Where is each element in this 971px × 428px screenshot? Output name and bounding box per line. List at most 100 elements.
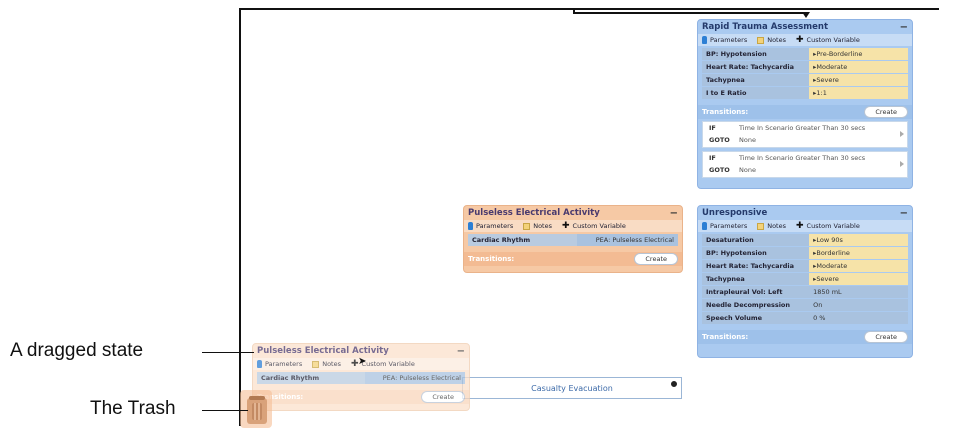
state-title: Pulseless Electrical Activity [257, 346, 389, 356]
parameter-value[interactable]: ▸ 1:1 [809, 87, 908, 99]
person-icon [702, 222, 707, 230]
parameter-row[interactable]: Desaturation ▸ Low 90s [702, 234, 908, 246]
parameters-button[interactable]: Parameters [468, 222, 513, 230]
parameter-value[interactable]: ▸ Borderline [809, 247, 908, 259]
goto-label: GOTO [709, 136, 730, 144]
parameter-value[interactable]: ▸ Moderate [809, 61, 908, 73]
create-transition-button[interactable]: Create [421, 391, 465, 403]
parameter-value[interactable]: 0 % [809, 312, 908, 324]
notes-label: Notes [767, 222, 786, 230]
state-header[interactable]: Pulseless Electrical Activity − [464, 206, 682, 220]
transition-card[interactable]: IF Time In Scenario Greater Than 30 secs … [702, 121, 908, 148]
parameter-value[interactable]: ▸ Severe [809, 74, 908, 86]
transitions-bar: Transitions: Create [698, 330, 912, 344]
parameter-list: BP: Hypotension ▸ Pre-Borderline Heart Ra… [702, 48, 908, 99]
plus-icon: ✚ [796, 221, 804, 231]
notes-button[interactable]: Notes [757, 36, 786, 44]
create-transition-button[interactable]: Create [864, 331, 908, 343]
collapse-button[interactable]: − [900, 208, 908, 219]
parameter-row[interactable]: Tachypnea ▸ Severe [702, 273, 908, 285]
state-unresponsive[interactable]: Unresponsive − Parameters Notes ✚ Custom … [697, 205, 913, 358]
parameter-value[interactable]: ▸ Pre-Borderline [809, 48, 908, 60]
trash-icon[interactable] [247, 396, 267, 424]
parameters-label: Parameters [476, 222, 514, 230]
parameter-row[interactable]: Needle Decompression On [702, 299, 908, 311]
parameter-list: Desaturation ▸ Low 90s BP: Hypotension ▸ B… [702, 234, 908, 324]
custom-variable-button[interactable]: ✚ Custom Variable [796, 221, 860, 231]
expand-arrow-icon[interactable] [900, 131, 904, 137]
collapse-button[interactable]: − [457, 346, 465, 357]
notes-label: Notes [322, 360, 341, 368]
notes-button[interactable]: Notes [312, 360, 341, 368]
parameter-row[interactable]: Cardiac Rhythm PEA: Pulseless Electrical [468, 234, 678, 246]
parameter-value[interactable]: ▸ Low 90s [809, 234, 908, 246]
parameter-row[interactable]: Heart Rate: Tachycardia ▸ Moderate [702, 260, 908, 272]
transitions-bar: Transitions: Create [253, 390, 469, 404]
create-transition-button[interactable]: Create [864, 106, 908, 118]
state-rapid-trauma-assessment[interactable]: Rapid Trauma Assessment − Parameters Not… [697, 19, 913, 189]
parameter-row[interactable]: Tachypnea ▸ Severe [702, 74, 908, 86]
plus-icon: ✚ [562, 221, 570, 231]
parameter-value-text: Moderate [816, 63, 848, 71]
parameter-name: BP: Hypotension [702, 247, 810, 259]
parameter-row[interactable]: Heart Rate: Tachycardia ▸ Moderate [702, 61, 908, 73]
parameters-button[interactable]: Parameters [257, 360, 302, 368]
if-label: IF [709, 154, 716, 162]
canvas-border [239, 8, 939, 10]
close-icon[interactable] [670, 380, 678, 388]
if-condition: Time In Scenario Greater Than 30 secs [739, 154, 866, 162]
parameter-row[interactable]: I to E Ratio ▸ 1:1 [702, 87, 908, 99]
create-transition-button[interactable]: Create [634, 253, 678, 265]
callout-dragged-state: A dragged state [10, 340, 144, 361]
state-toolbar: Parameters Notes ✚ Custom Variable [698, 220, 912, 232]
parameters-label: Parameters [710, 222, 748, 230]
custom-variable-label: Custom Variable [572, 222, 626, 230]
parameter-value[interactable]: PEA: Pulseless Electrical [365, 372, 465, 384]
transitions-label: Transitions: [702, 108, 749, 116]
collapse-button[interactable]: − [900, 22, 908, 33]
state-toolbar: Parameters Notes ✚ Custom Variable [464, 220, 682, 232]
note-icon [757, 222, 765, 230]
parameters-label: Parameters [265, 360, 303, 368]
parameter-row[interactable]: Intrapleural Vol: Left 1850 mL [702, 286, 908, 298]
parameter-value-text: Low 90s [816, 236, 843, 244]
collapse-button[interactable]: − [670, 208, 678, 219]
notes-button[interactable]: Notes [523, 222, 552, 230]
parameter-name: I to E Ratio [702, 87, 810, 99]
parameter-name: Heart Rate: Tachycardia [702, 61, 810, 73]
parameter-value[interactable]: PEA: Pulseless Electrical [577, 234, 678, 246]
parameter-value-text: Moderate [816, 262, 848, 270]
parameter-list: Cardiac Rhythm PEA: Pulseless Electrical [257, 372, 465, 384]
dragged-state[interactable]: Pulseless Electrical Activity − Paramete… [252, 343, 470, 411]
state-title: Casualty Evacuation [531, 383, 613, 393]
notes-button[interactable]: Notes [757, 222, 786, 230]
parameter-name: Speech Volume [702, 312, 810, 324]
state-header[interactable]: Rapid Trauma Assessment − [698, 20, 912, 34]
state-toolbar: Parameters Notes ✚ Custom Variable [698, 34, 912, 46]
state-pulseless-electrical-activity[interactable]: Pulseless Electrical Activity − Paramete… [463, 205, 683, 273]
state-casualty-evacuation[interactable]: Casualty Evacuation [462, 377, 682, 399]
state-title: Rapid Trauma Assessment [702, 22, 829, 32]
state-header[interactable]: Unresponsive − [698, 206, 912, 220]
callout-trash: The Trash [90, 398, 176, 419]
parameters-button[interactable]: Parameters [702, 36, 747, 44]
parameter-value[interactable]: ▸ Moderate [809, 260, 908, 272]
custom-variable-button[interactable]: ✚ Custom Variable [562, 221, 626, 231]
custom-variable-button[interactable]: ✚ Custom Variable [796, 35, 860, 45]
parameter-row[interactable]: Cardiac Rhythm PEA: Pulseless Electrical [257, 372, 465, 384]
parameter-row[interactable]: BP: Hypotension ▸ Pre-Borderline [702, 48, 908, 60]
cursor-icon: ➤ [358, 356, 367, 367]
parameter-row[interactable]: Speech Volume 0 % [702, 312, 908, 324]
plus-icon: ✚ [796, 35, 804, 45]
person-icon [257, 360, 262, 368]
parameter-value[interactable]: 1850 mL [809, 286, 908, 298]
parameters-button[interactable]: Parameters [702, 222, 747, 230]
parameter-row[interactable]: BP: Hypotension ▸ Borderline [702, 247, 908, 259]
person-icon [468, 222, 473, 230]
parameter-value[interactable]: ▸ Severe [809, 273, 908, 285]
transitions-bar: Transitions: Create [464, 252, 682, 266]
parameter-value[interactable]: On [809, 299, 908, 311]
parameter-value-text: Pre-Borderline [816, 50, 863, 58]
transition-card[interactable]: IF Time In Scenario Greater Than 30 secs … [702, 151, 908, 178]
expand-arrow-icon[interactable] [900, 161, 904, 167]
